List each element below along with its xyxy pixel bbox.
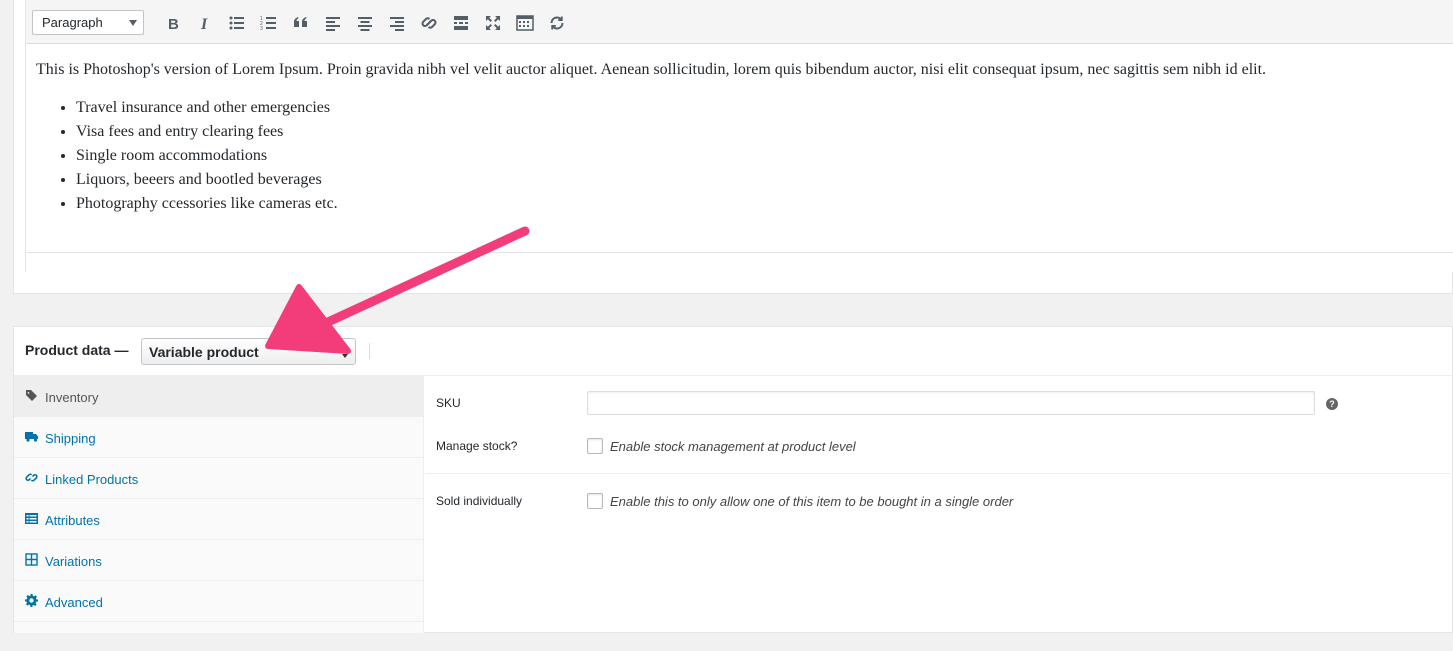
read-more-button[interactable] (448, 10, 474, 36)
read-more-icon (454, 16, 468, 30)
manage-stock-label: Manage stock? (436, 439, 518, 453)
truck-icon (25, 432, 38, 442)
list-item: Liquors, beeers and bootled beverages (76, 168, 1436, 192)
svg-text:I: I (200, 16, 208, 32)
toolbar-toggle-icon (516, 15, 534, 31)
link-icon (25, 473, 38, 482)
bold-button[interactable]: B (160, 10, 186, 36)
list-icon (25, 513, 38, 524)
tab-label: Inventory (45, 390, 99, 405)
bold-icon: B (168, 16, 179, 32)
editor-wrap: Paragraph B I 1 2 3 This is Photoshop's … (25, 0, 1453, 272)
product-type-value: Variable product (149, 344, 259, 360)
refresh-button[interactable] (544, 10, 570, 36)
blockquote-button[interactable] (288, 10, 314, 36)
list-item: Travel insurance and other emergencies (76, 96, 1436, 120)
align-right-button[interactable] (384, 10, 410, 36)
product-data-header: Product data — Variable product (14, 327, 1453, 376)
format-select[interactable]: Paragraph (32, 10, 144, 35)
svg-text:B: B (168, 16, 179, 32)
refresh-icon (550, 16, 564, 30)
italic-icon: I (200, 16, 208, 32)
align-right-icon (390, 17, 404, 31)
tab-label: Variations (45, 554, 102, 569)
help-icon[interactable]: ? (1326, 398, 1338, 410)
editor-statusbar (26, 252, 1453, 272)
product-data-title: Product data — (25, 342, 129, 358)
inventory-fields: SKU ? Manage stock? Enable stock managem… (425, 376, 1453, 633)
tab-variations[interactable]: Variations (14, 540, 424, 581)
chevron-down-icon (129, 20, 137, 26)
editor-box: Paragraph B I 1 2 3 This is Photoshop's … (13, 0, 1453, 294)
list-item: Photography ccessories like cameras etc. (76, 192, 1436, 216)
sku-input[interactable] (587, 391, 1315, 415)
tab-inventory[interactable]: Inventory (14, 376, 424, 417)
grid-icon (25, 553, 38, 566)
link-icon (421, 17, 437, 29)
numbered-list-icon: 1 2 3 (260, 16, 276, 32)
format-select-value: Paragraph (42, 15, 103, 30)
editor-toolbar: Paragraph B I 1 2 3 (26, 0, 1453, 44)
align-left-button[interactable] (320, 10, 346, 36)
bullet-list-button[interactable] (224, 10, 250, 36)
bullet-list-icon (229, 16, 244, 30)
align-center-icon (358, 17, 372, 31)
product-type-select[interactable]: Variable product (141, 338, 356, 365)
tab-label: Advanced (45, 595, 103, 610)
insert-link-button[interactable] (416, 10, 442, 36)
toolbar-toggle-button[interactable] (512, 10, 538, 36)
tab-label: Linked Products (45, 472, 139, 487)
fullscreen-icon (486, 16, 500, 30)
align-center-button[interactable] (352, 10, 378, 36)
tag-icon (26, 390, 37, 401)
manage-stock-description: Enable stock management at product level (610, 439, 856, 454)
sku-label: SKU (436, 396, 461, 410)
numbered-list-button[interactable]: 1 2 3 (256, 10, 282, 36)
sold-individually-description: Enable this to only allow one of this it… (610, 494, 1014, 509)
align-left-icon (326, 17, 340, 31)
editor-content[interactable]: This is Photoshop's version of Lorem Ips… (36, 59, 1436, 216)
gear-icon (25, 594, 38, 607)
tab-shipping[interactable]: Shipping (14, 417, 424, 458)
tab-linked-products[interactable]: Linked Products (14, 458, 424, 499)
tab-label: Attributes (45, 513, 100, 528)
list-item: Visa fees and entry clearing fees (76, 120, 1436, 144)
header-separator (369, 343, 370, 359)
tab-attributes[interactable]: Attributes (14, 499, 424, 540)
manage-stock-checkbox[interactable] (587, 438, 603, 454)
editor-paragraph: This is Photoshop's version of Lorem Ips… (36, 61, 1267, 78)
product-data-panel: Product data — Variable product Inventor… (13, 326, 1453, 633)
svg-text:3: 3 (260, 26, 263, 32)
editor-list: Travel insurance and other emergencies V… (36, 96, 1436, 216)
tab-label: Shipping (45, 431, 96, 446)
fullscreen-button[interactable] (480, 10, 506, 36)
sold-individually-label: Sold individually (436, 494, 523, 508)
product-data-tabs: Inventory Shipping Linked Products Attri… (14, 376, 424, 633)
tab-advanced[interactable]: Advanced (14, 581, 424, 622)
blockquote-icon (294, 17, 307, 27)
italic-button[interactable]: I (192, 10, 218, 36)
field-divider (425, 473, 1453, 474)
list-item: Single room accommodations (76, 144, 1436, 168)
select-updown-icon (342, 346, 348, 358)
sold-individually-checkbox[interactable] (587, 493, 603, 509)
